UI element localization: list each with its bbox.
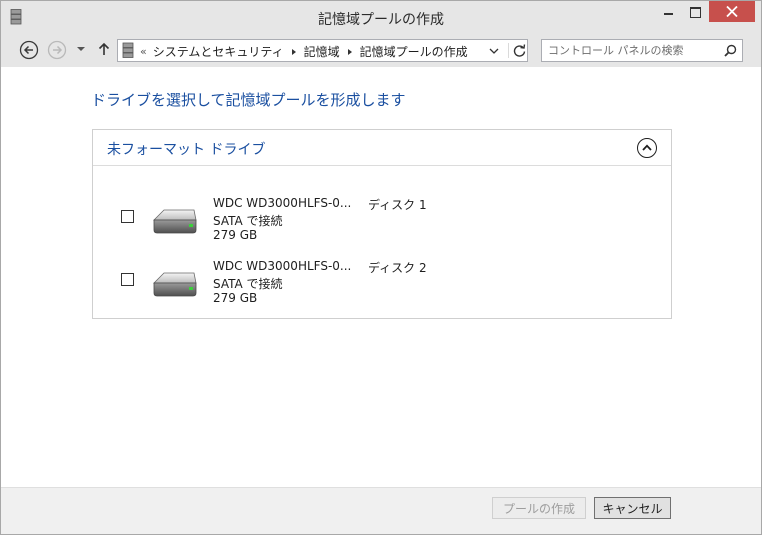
hard-drive-icon [153, 209, 197, 234]
drive-list-item: WDC WD3000HLFS-0... ディスク 1 SATA で接続 279 … [93, 192, 671, 242]
panel-header[interactable]: 未フォーマット ドライブ [93, 130, 671, 166]
unformatted-drives-panel: 未フォーマット ドライブ WDC WD3000HLFS-0... ディスク 1 … [92, 129, 672, 319]
title-bar[interactable]: 記憶域プールの作成 [1, 1, 761, 33]
drive-disk-number: ディスク 1 [368, 198, 427, 212]
window: 記憶域プールの作成 « システムとセキュリティ 記憶域 記憶域プールの作成 コン… [0, 0, 762, 535]
overflow-chevron-icon[interactable]: « [140, 45, 147, 58]
breadcrumb-separator-icon[interactable] [347, 48, 352, 55]
recent-locations-icon[interactable] [76, 44, 86, 54]
close-button[interactable] [709, 1, 755, 22]
search-icon[interactable] [724, 44, 737, 57]
refresh-icon[interactable] [512, 43, 527, 58]
maximize-button[interactable] [682, 1, 708, 22]
chevron-up-icon [642, 144, 652, 151]
breadcrumb-item-create-pool[interactable]: 記憶域プールの作成 [360, 43, 468, 60]
address-divider [508, 43, 509, 58]
forward-button[interactable] [47, 40, 67, 60]
drive-name: WDC WD3000HLFS-0... [213, 196, 352, 210]
minimize-button[interactable] [656, 1, 682, 22]
drive-size: 279 GB [213, 228, 258, 242]
drive-checkbox[interactable] [121, 210, 134, 223]
main-content: ドライブを選択して記憶域プールを形成します 未フォーマット ドライブ WDC W… [1, 67, 761, 487]
navigation-bar: « システムとセキュリティ 記憶域 記憶域プールの作成 [1, 33, 761, 67]
search-input[interactable] [548, 42, 718, 59]
window-title: 記憶域プールの作成 [318, 12, 444, 28]
breadcrumb-item-storage[interactable]: 記憶域 [304, 43, 340, 60]
up-arrow-icon[interactable] [98, 42, 110, 56]
collapse-button[interactable] [637, 138, 657, 158]
storage-icon [122, 42, 134, 58]
search-box[interactable] [541, 39, 743, 62]
drive-checkbox[interactable] [121, 273, 134, 286]
close-icon [726, 6, 738, 17]
hard-drive-icon [153, 272, 197, 297]
address-bar[interactable]: « システムとセキュリティ 記憶域 記憶域プールの作成 [117, 39, 528, 62]
breadcrumb: « システムとセキュリティ 記憶域 記憶域プールの作成 [140, 43, 468, 60]
drive-size: 279 GB [213, 291, 258, 305]
drive-list-item: WDC WD3000HLFS-0... ディスク 2 SATA で接続 279 … [93, 255, 671, 305]
breadcrumb-separator-icon[interactable] [291, 48, 296, 55]
panel-title: 未フォーマット ドライブ [107, 142, 266, 158]
dialog-footer: プールの作成 キャンセル [1, 487, 761, 534]
create-pool-button[interactable]: プールの作成 [492, 497, 586, 519]
page-heading: ドライブを選択して記憶域プールを形成します [91, 91, 406, 109]
drive-connection: SATA で接続 [213, 277, 283, 291]
breadcrumb-item-system-security[interactable]: システムとセキュリティ [153, 43, 284, 60]
drive-name: WDC WD3000HLFS-0... [213, 259, 352, 273]
address-dropdown-icon[interactable] [488, 46, 500, 56]
drive-connection: SATA で接続 [213, 214, 283, 228]
drive-disk-number: ディスク 2 [368, 261, 427, 275]
cancel-button[interactable]: キャンセル [594, 497, 671, 519]
back-button[interactable] [19, 40, 39, 60]
